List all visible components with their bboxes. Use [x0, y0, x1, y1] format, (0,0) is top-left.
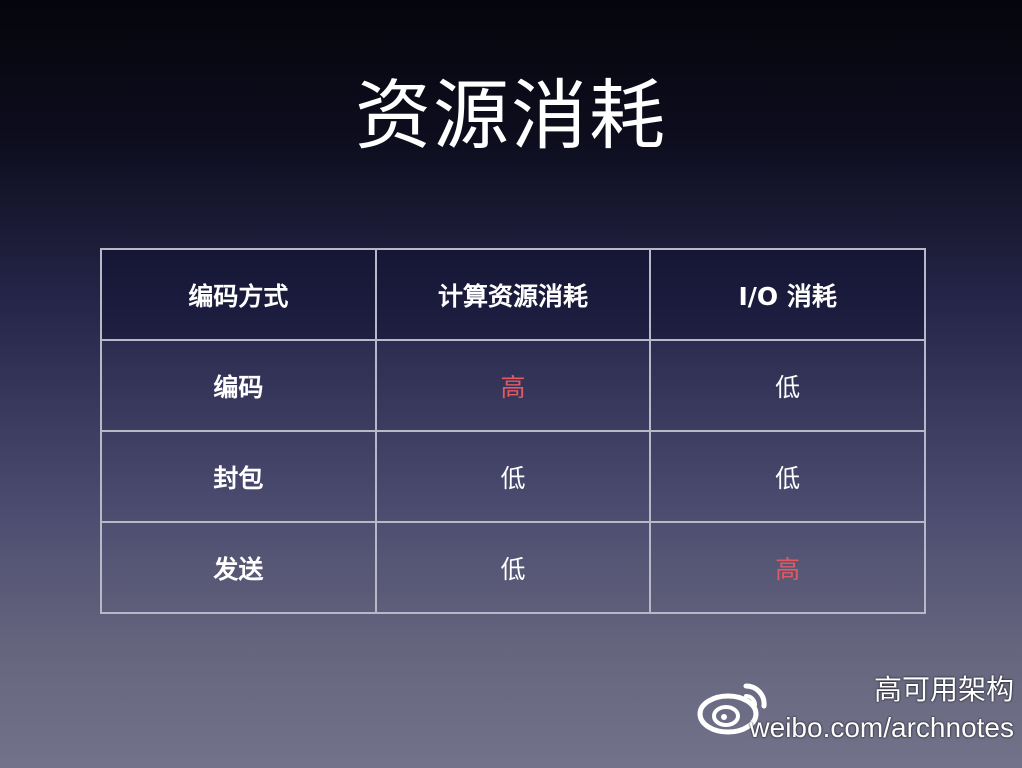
header-io-cost: I/O 消耗 [649, 248, 926, 341]
header-compute-cost: 计算资源消耗 [374, 248, 652, 341]
weibo-watermark: 高可用架构 weibo.com/archnotes [694, 672, 1014, 762]
table-row: 编码 高 低 [100, 339, 926, 432]
cell-send-compute: 低 [374, 521, 652, 614]
table-row: 发送 低 高 [100, 521, 926, 614]
table-row: 封包 低 低 [100, 430, 926, 523]
row-label-packet: 封包 [100, 430, 377, 523]
row-label-send: 发送 [100, 521, 377, 614]
cell-packet-compute: 低 [374, 430, 652, 523]
resource-table-container: 编码方式 计算资源消耗 I/O 消耗 编码 高 低 封包 低 低 发送 低 高 [100, 248, 926, 614]
row-label-encode: 编码 [100, 339, 377, 432]
cell-encode-io: 低 [649, 339, 926, 432]
resource-table: 编码方式 计算资源消耗 I/O 消耗 编码 高 低 封包 低 低 发送 低 高 [100, 248, 926, 614]
cell-encode-compute: 高 [374, 339, 652, 432]
table-header-row: 编码方式 计算资源消耗 I/O 消耗 [100, 248, 926, 341]
watermark-url: weibo.com/archnotes [749, 712, 1014, 743]
watermark-name: 高可用架构 [873, 673, 1014, 706]
cell-packet-io: 低 [649, 430, 926, 523]
cell-send-io: 高 [649, 521, 926, 614]
slide-title: 资源消耗 [355, 71, 667, 160]
header-encoding-method: 编码方式 [100, 248, 377, 341]
